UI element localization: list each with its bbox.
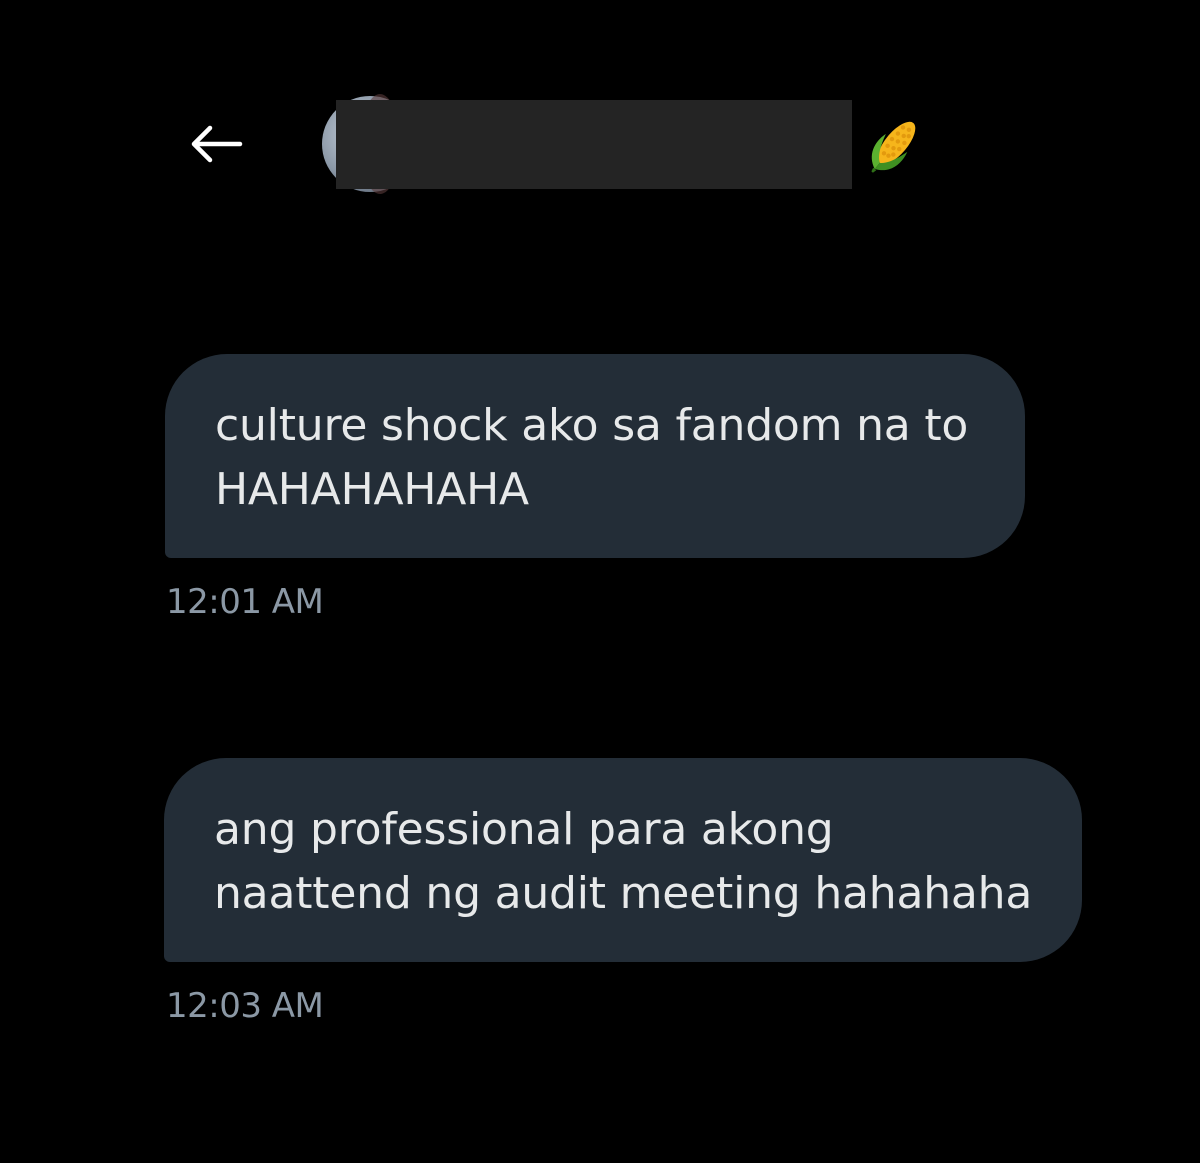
message-text-line: ang professional para akong [214, 804, 834, 855]
message-text-line: culture shock ako sa fandom na to [215, 400, 969, 451]
message-bubble[interactable]: culture shock ako sa fandom na to HAHAHA… [165, 354, 1025, 558]
message-text-line: naattend ng audit meeting hahahaha [214, 868, 1033, 919]
message-bubble[interactable]: ang professional para akong naattend ng … [164, 758, 1082, 962]
redacted-display-name [336, 100, 852, 189]
conversation-header [0, 0, 1200, 230]
corn-icon [871, 121, 916, 173]
message-timestamp: 12:03 AM [166, 986, 324, 1026]
back-button[interactable] [180, 112, 252, 176]
message-timestamp: 12:01 AM [166, 582, 324, 622]
display-name-tail [852, 120, 858, 150]
arrow-left-icon [191, 125, 243, 163]
message-text-line: HAHAHAHAHA [215, 464, 529, 515]
